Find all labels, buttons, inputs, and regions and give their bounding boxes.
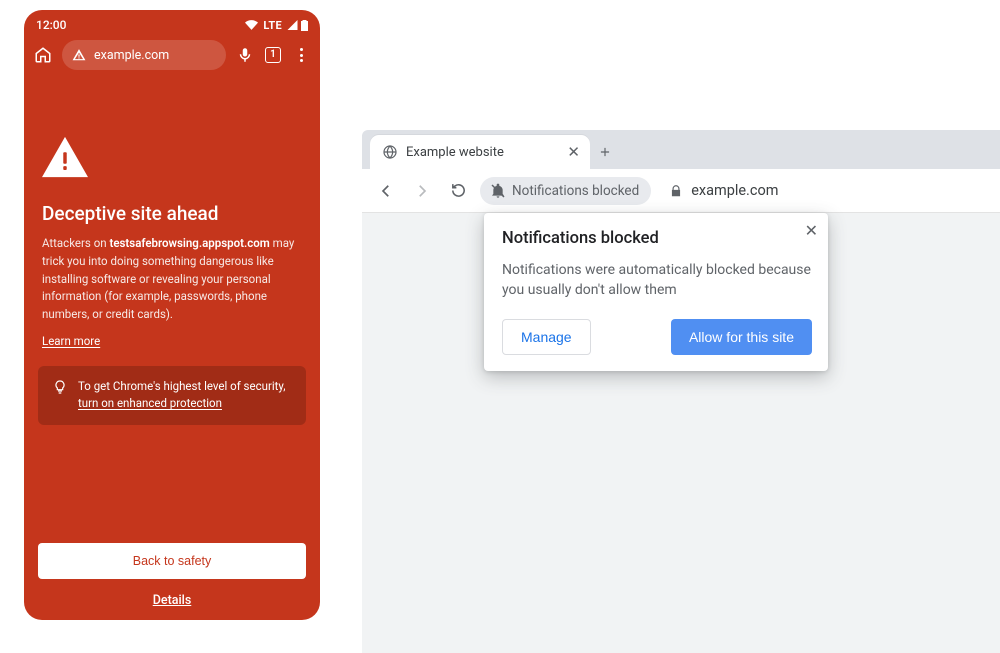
manage-button[interactable]: Manage [502, 319, 591, 355]
browser-tab[interactable]: Example website ✕ [370, 135, 590, 169]
battery-icon [301, 20, 308, 31]
cell-signal-icon [287, 20, 298, 30]
warning-triangle-icon [72, 48, 86, 62]
desktop-chrome: Example website ✕ No [362, 130, 1000, 370]
reload-button[interactable] [444, 177, 472, 205]
notifications-blocked-popup: ✕ Notifications blocked Notifications we… [484, 213, 828, 371]
details-link[interactable]: Details [38, 593, 306, 608]
bottom-actions: Back to safety Details [24, 543, 320, 608]
address-bar[interactable]: example.com [62, 40, 226, 70]
notifications-blocked-chip[interactable]: Notifications blocked [480, 177, 651, 205]
lock-icon [669, 184, 683, 198]
forward-button[interactable] [408, 177, 436, 205]
home-icon[interactable] [34, 46, 52, 64]
popup-close-icon[interactable]: ✕ [805, 223, 818, 239]
chip-label: Notifications blocked [512, 183, 639, 199]
tip-link[interactable]: turn on enhanced protection [78, 396, 222, 410]
clock: 12:00 [36, 18, 66, 32]
url-text: example.com [94, 48, 169, 63]
overflow-menu-icon[interactable] [292, 46, 310, 64]
warning-heading: Deceptive site ahead [42, 202, 302, 225]
enhanced-protection-tip[interactable]: To get Chrome's highest level of securit… [38, 366, 306, 425]
back-button[interactable] [372, 177, 400, 205]
popup-body: Notifications were automatically blocked… [502, 260, 812, 301]
warning-text-pre: Attackers on [42, 236, 109, 250]
new-tab-button[interactable] [590, 135, 620, 169]
warning-hostname: testsafebrowsing.appspot.com [109, 236, 269, 250]
status-icons: LTE [245, 19, 308, 32]
mic-icon[interactable] [236, 46, 254, 64]
mobile-chrome-warning: 12:00 LTE example.com 1 Deceptive site a… [24, 10, 320, 620]
tip-pre: To get Chrome's highest level of securit… [78, 379, 286, 393]
tab-strip: Example website ✕ [362, 130, 1000, 169]
popup-title: Notifications blocked [502, 229, 812, 248]
tab-close-icon[interactable]: ✕ [567, 145, 580, 160]
tab-title: Example website [406, 145, 504, 160]
warning-body: Deceptive site ahead Attackers on testsa… [24, 80, 320, 348]
tab-switcher[interactable]: 1 [264, 46, 282, 64]
url-text: example.com [691, 182, 778, 199]
allow-for-this-site-button[interactable]: Allow for this site [671, 319, 812, 355]
network-label: LTE [263, 19, 282, 32]
bell-slash-icon [490, 183, 506, 199]
address-bar[interactable]: example.com [669, 182, 778, 199]
learn-more-link[interactable]: Learn more [42, 334, 302, 348]
tip-text: To get Chrome's highest level of securit… [78, 378, 292, 413]
popup-actions: Manage Allow for this site [502, 319, 812, 355]
wifi-icon [245, 20, 258, 30]
status-bar: 12:00 LTE [24, 10, 320, 36]
tab-count: 1 [270, 50, 276, 60]
warning-paragraph: Attackers on testsafebrowsing.appspot.co… [42, 235, 302, 324]
omnibox-row: example.com 1 [24, 36, 320, 80]
lightbulb-icon [52, 379, 68, 395]
back-to-safety-button[interactable]: Back to safety [38, 543, 306, 579]
toolbar: Notifications blocked example.com [362, 169, 1000, 213]
globe-icon [382, 144, 398, 160]
warning-large-icon [42, 136, 88, 178]
